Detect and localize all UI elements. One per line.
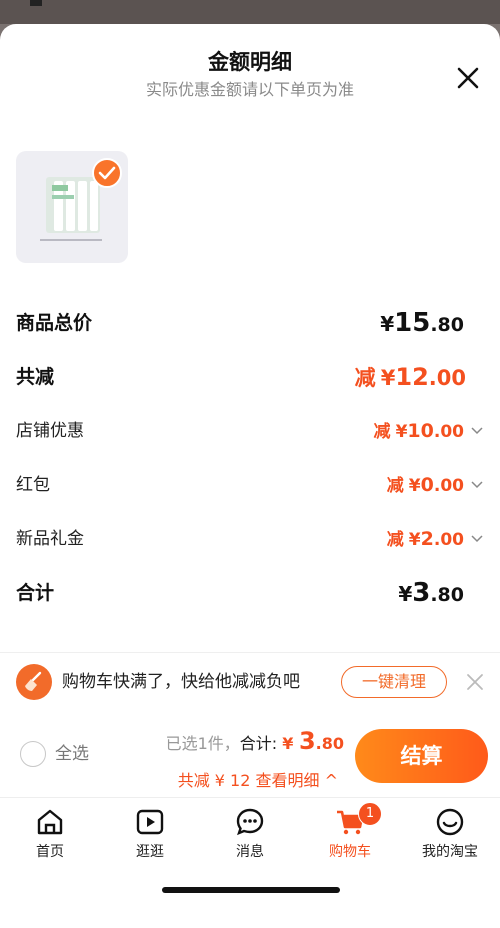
tab-label: 逛逛 xyxy=(136,844,164,860)
select-all-checkbox[interactable] xyxy=(20,741,46,767)
selected-check-icon[interactable] xyxy=(92,158,122,188)
new-gift-row[interactable]: 新品礼金 减 ¥2.00 xyxy=(16,521,486,557)
play-icon xyxy=(136,809,164,835)
checkout-bar: 全选 已选1件，合计: ¥ 3.80 共减 ¥ 12 查看明细 ^ 结算 xyxy=(0,711,500,797)
new-gift-amount: 减 ¥2.00 xyxy=(386,528,464,550)
shop-discount-label: 店铺优惠 xyxy=(16,421,84,441)
grand-total-label: 合计 xyxy=(16,582,55,604)
red-packet-row[interactable]: 红包 减 ¥0.00 xyxy=(16,467,486,503)
sheet-subtitle: 实际优惠金额请以下单页为准 xyxy=(145,80,354,99)
tab-browse[interactable]: 逛逛 xyxy=(100,806,200,866)
goods-total-row: 商品总价 ¥15.80 xyxy=(16,305,486,341)
broom-icon xyxy=(16,664,52,700)
tab-label: 我的淘宝 xyxy=(422,844,478,860)
cart-full-banner: 购物车快满了，快给他减减负吧 一键清理 xyxy=(0,652,500,712)
goods-total-amount: ¥15.80 xyxy=(380,308,464,338)
chat-icon xyxy=(236,808,264,836)
tab-label: 首页 xyxy=(36,844,64,860)
select-all-label[interactable]: 全选 xyxy=(55,741,89,767)
home-indicator xyxy=(162,887,340,893)
tab-messages[interactable]: 消息 xyxy=(200,806,300,866)
grand-total-amount: ¥3.80 xyxy=(398,578,464,608)
selected-summary: 已选1件，合计: ¥ 3.80 xyxy=(165,727,344,755)
goods-total-label: 商品总价 xyxy=(16,312,93,334)
new-gift-label: 新品礼金 xyxy=(16,529,84,549)
red-packet-amount: 减 ¥0.00 xyxy=(386,474,464,496)
grand-total-row: 合计 ¥3.80 xyxy=(16,575,486,611)
view-detail-link[interactable]: 共减 ¥ 12 查看明细 ^ xyxy=(178,767,338,791)
status-icon xyxy=(30,0,42,6)
tab-cart[interactable]: 1 购物车 xyxy=(300,802,400,866)
tab-home[interactable]: 首页 xyxy=(0,806,100,866)
tab-profile[interactable]: 我的淘宝 xyxy=(400,806,500,866)
banner-text: 购物车快满了，快给他减减负吧 xyxy=(62,672,300,692)
chevron-down-icon[interactable] xyxy=(470,477,484,491)
tab-label: 消息 xyxy=(236,844,264,860)
profile-icon xyxy=(436,808,464,836)
close-icon[interactable] xyxy=(454,64,482,92)
shop-discount-amount: 减 ¥10.00 xyxy=(373,420,464,442)
one-click-clear-button[interactable]: 一键清理 xyxy=(341,666,447,698)
sheet-title: 金额明细 xyxy=(208,50,292,74)
tab-label: 购物车 xyxy=(329,844,371,860)
home-icon xyxy=(37,809,63,835)
total-reduced-amount: 减 ¥12.00 xyxy=(354,363,466,391)
chevron-down-icon[interactable] xyxy=(470,423,484,437)
chevron-down-icon[interactable] xyxy=(470,531,484,545)
shop-discount-row[interactable]: 店铺优惠 减 ¥10.00 xyxy=(16,413,486,449)
total-reduced-row: 共减 减 ¥12.00 xyxy=(16,359,486,395)
bottom-tab-bar: 首页 逛逛 消息 1 购物车 我的淘宝 xyxy=(0,797,500,882)
status-bar xyxy=(0,0,500,24)
checkout-button[interactable]: 结算 xyxy=(355,729,488,783)
red-packet-label: 红包 xyxy=(16,475,50,495)
close-icon[interactable] xyxy=(466,673,484,691)
total-reduced-label: 共减 xyxy=(16,366,55,388)
cart-count-badge: 1 xyxy=(358,802,382,826)
